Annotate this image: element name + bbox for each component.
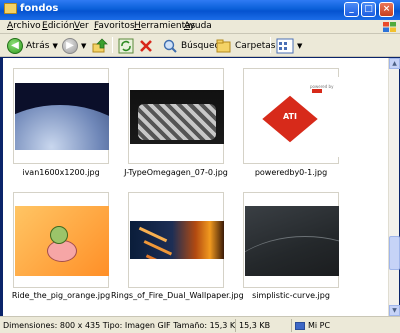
pig-wallpaper-icon bbox=[15, 206, 109, 276]
delete-x-icon bbox=[140, 39, 152, 52]
chevron-down-icon: ▼ bbox=[297, 41, 303, 50]
ati-logo-text: ATI bbox=[282, 112, 297, 121]
folder-icon bbox=[4, 3, 17, 14]
close-button[interactable]: × bbox=[379, 2, 394, 17]
file-name[interactable]: ivan1600x1200.jpg bbox=[3, 168, 126, 177]
scroll-down-icon[interactable]: ▼ bbox=[389, 305, 400, 316]
file-thumbnail[interactable] bbox=[13, 192, 109, 288]
menu-edicion[interactable]: Edición bbox=[42, 21, 75, 31]
file-thumbnail[interactable]: powered by ATI bbox=[243, 68, 339, 164]
up-folder-icon bbox=[92, 38, 108, 52]
toolbar: ◀ Atrás ▼ ▶ ▼ Búsqueda Carpetas ▼ bbox=[0, 34, 400, 57]
status-size: 15,3 KB bbox=[236, 319, 292, 332]
forward-button[interactable]: ▶ ▼ bbox=[62, 36, 86, 55]
forward-arrow-icon: ▶ bbox=[62, 37, 78, 54]
back-label: Atrás bbox=[26, 40, 50, 51]
file-thumbnail[interactable] bbox=[243, 192, 339, 288]
menu-bar: Archivo Edición Ver Favoritos Herramient… bbox=[0, 20, 400, 34]
file-name[interactable]: J-TypeOmegagen_07-0.jpg bbox=[111, 168, 241, 177]
back-arrow-icon: ◀ bbox=[7, 37, 23, 54]
chevron-down-icon: ▼ bbox=[81, 41, 87, 50]
file-thumbnail[interactable] bbox=[128, 192, 224, 288]
scrollbar-thumb[interactable] bbox=[389, 236, 400, 270]
windows-logo-icon bbox=[383, 22, 396, 32]
maximize-button[interactable]: □ bbox=[361, 2, 376, 17]
fire-wallpaper-icon bbox=[130, 221, 224, 259]
file-thumbnail[interactable] bbox=[13, 68, 109, 164]
menu-archivo[interactable]: Archivo bbox=[7, 21, 41, 31]
folders-button[interactable]: Carpetas bbox=[216, 36, 275, 55]
chevron-down-icon: ▼ bbox=[52, 41, 58, 50]
explorer-window: fondos _ □ × Archivo Edición Ver Favorit… bbox=[0, 0, 400, 333]
views-icon bbox=[276, 38, 294, 53]
scroll-up-icon[interactable]: ▲ bbox=[389, 58, 400, 69]
file-view[interactable]: ivan1600x1200.jpg J-TypeOmegagen_07-0.jp… bbox=[3, 58, 388, 316]
menu-favoritos[interactable]: Favoritos bbox=[94, 21, 135, 31]
menu-ayuda[interactable]: Ayuda bbox=[184, 21, 212, 31]
powered-by-text: powered by bbox=[310, 84, 339, 94]
status-details: Dimensiones: 800 x 435 Tipo: Imagen GIF … bbox=[0, 319, 236, 332]
views-button[interactable]: ▼ bbox=[276, 36, 302, 55]
file-name[interactable]: poweredby0-1.jpg bbox=[226, 168, 356, 177]
file-name[interactable]: simplistic-curve.jpg bbox=[226, 291, 356, 300]
window-title: fondos bbox=[20, 3, 59, 14]
vertical-scrollbar[interactable]: ▲ ▼ bbox=[388, 58, 400, 316]
search-icon bbox=[163, 39, 177, 53]
graffiti-wallpaper-icon bbox=[130, 90, 224, 144]
folders-icon bbox=[216, 39, 231, 52]
minimize-button[interactable]: _ bbox=[344, 2, 359, 17]
back-button[interactable]: ◀ Atrás ▼ bbox=[7, 36, 58, 55]
curve-wallpaper-icon bbox=[245, 206, 339, 276]
file-name[interactable]: Ride_the_pig_orange.jpg bbox=[3, 291, 126, 300]
sync-button[interactable] bbox=[118, 36, 134, 55]
sync-icon bbox=[118, 38, 134, 53]
title-bar[interactable]: fondos _ □ × bbox=[0, 0, 400, 20]
earth-wallpaper-icon bbox=[15, 83, 109, 150]
status-location-label: Mi PC bbox=[308, 321, 331, 330]
status-location: Mi PC bbox=[292, 319, 400, 332]
up-folder-button[interactable] bbox=[92, 36, 108, 55]
menu-ver[interactable]: Ver bbox=[74, 21, 89, 31]
ati-logo-wallpaper-icon: powered by ATI bbox=[245, 77, 339, 157]
file-thumbnail[interactable] bbox=[128, 68, 224, 164]
status-bar: Dimensiones: 800 x 435 Tipo: Imagen GIF … bbox=[0, 316, 400, 333]
delete-button[interactable] bbox=[138, 36, 154, 55]
computer-icon bbox=[295, 321, 305, 330]
file-name[interactable]: Rings_of_Fire_Dual_Wallpaper.jpg bbox=[111, 291, 244, 300]
